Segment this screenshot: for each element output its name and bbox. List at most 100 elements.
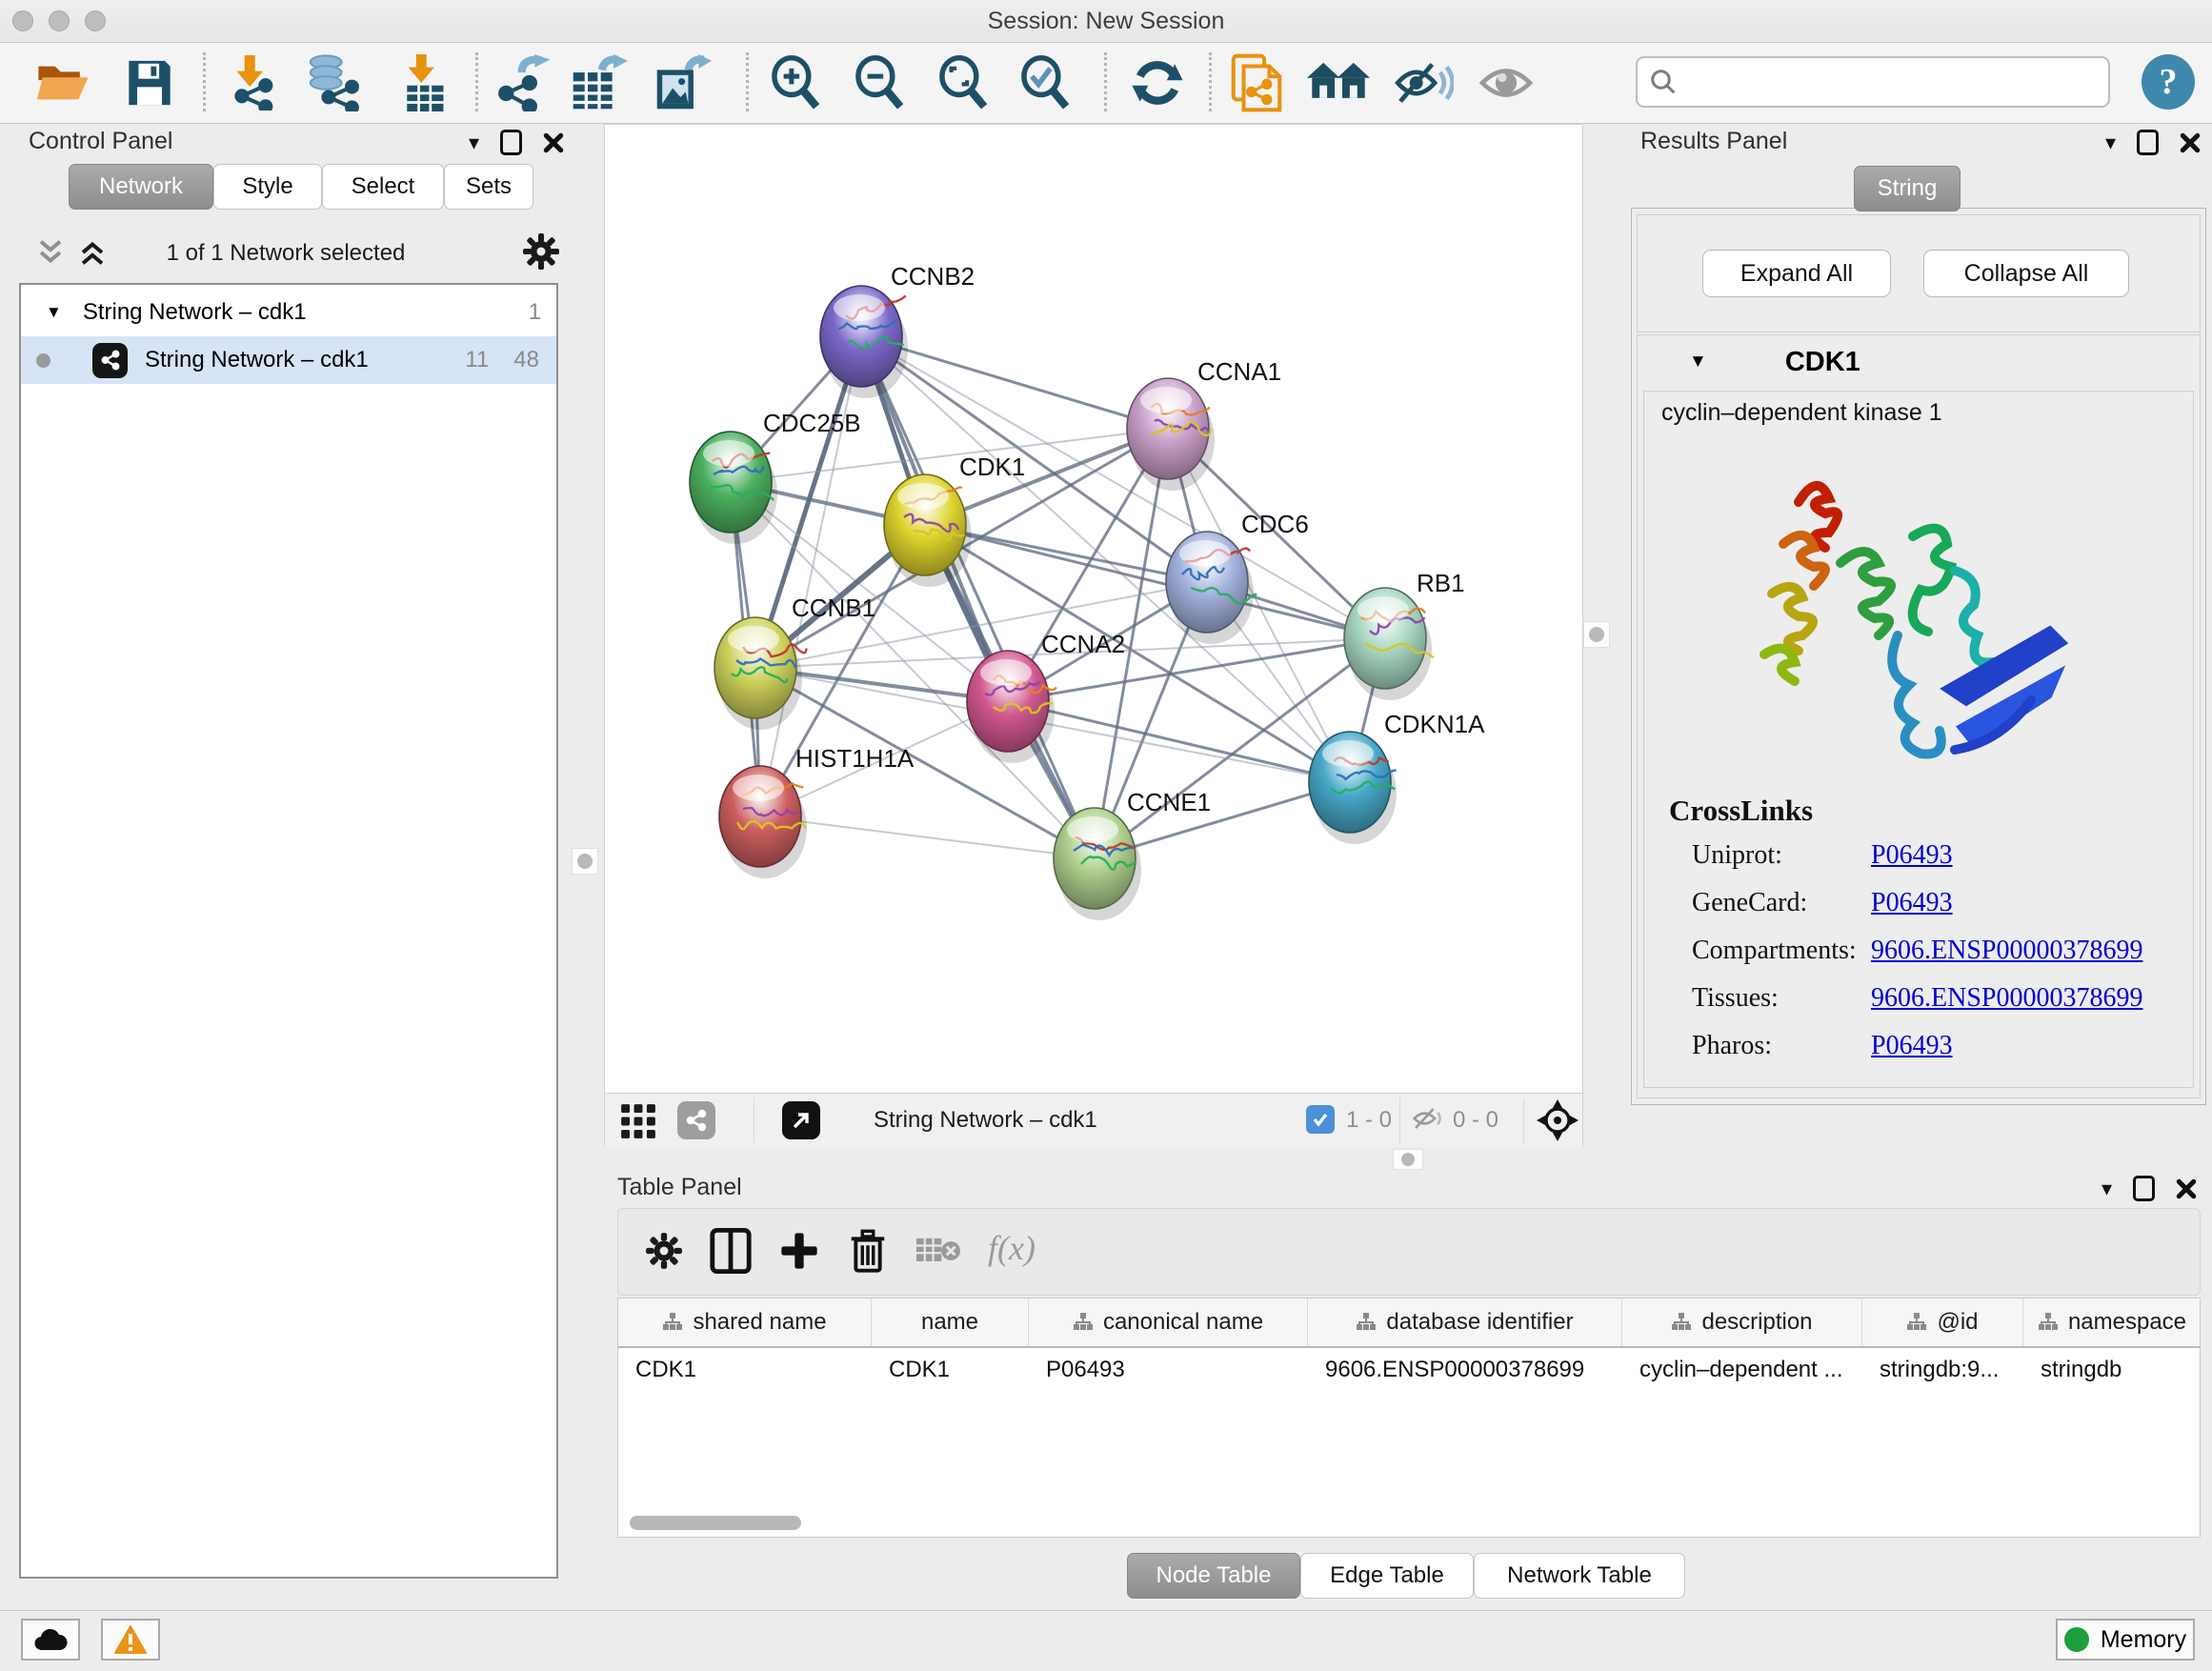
table-cell[interactable]: P06493 (1029, 1346, 1308, 1394)
search-input[interactable] (1685, 62, 2108, 102)
crosslink-link[interactable]: P06493 (1871, 840, 1953, 871)
table-row[interactable]: CDK1CDK1P064939606.ENSP00000378699cyclin… (618, 1346, 2201, 1394)
float-panel-icon[interactable] (2137, 130, 2159, 155)
crosslink-link[interactable]: 9606.ENSP00000378699 (1871, 936, 2142, 966)
bottom-splitter-handle[interactable] (1393, 1149, 1423, 1170)
tab-select[interactable]: Select (322, 164, 444, 210)
table-header-row: shared namenamecanonical namedatabase id… (618, 1299, 2201, 1348)
float-panel-icon[interactable] (500, 130, 522, 155)
column-header-shared-name[interactable]: shared name (618, 1299, 872, 1346)
column-header-name[interactable]: name (872, 1299, 1029, 1346)
zoom-out-button[interactable] (848, 52, 911, 113)
network-row-selected[interactable]: String Network – cdk1 11 48 (21, 336, 556, 384)
tab-style[interactable]: Style (213, 164, 322, 210)
crosslink-link[interactable]: P06493 (1871, 888, 1953, 918)
help-button[interactable]: ? (2142, 54, 2195, 110)
column-header-canonical-name[interactable]: canonical name (1029, 1299, 1308, 1346)
save-session-button[interactable] (118, 52, 181, 113)
table-cell[interactable]: CDK1 (618, 1346, 872, 1394)
import-network-from-file-button[interactable] (221, 52, 284, 113)
left-splitter-handle[interactable] (572, 848, 598, 875)
table-options-gear-icon[interactable] (635, 1222, 693, 1279)
close-panel-icon[interactable] (2180, 132, 2201, 153)
horizontal-scrollbar-thumb[interactable] (630, 1516, 801, 1530)
network-node[interactable] (1309, 732, 1397, 844)
crosslink-link[interactable]: 9606.ENSP00000378699 (1871, 983, 2142, 1014)
cloud-tasks-button[interactable] (21, 1619, 80, 1661)
tab-node-table[interactable]: Node Table (1127, 1553, 1300, 1599)
network-edge[interactable] (925, 525, 1385, 638)
tab-string[interactable]: String (1854, 166, 1961, 211)
tree-expander-icon[interactable]: ▼ (46, 303, 62, 322)
network-options-gear-icon[interactable] (522, 232, 560, 271)
cloud-icon (33, 1627, 68, 1652)
column-header-namespace[interactable]: namespace (2023, 1299, 2201, 1346)
network-share-view-icon[interactable] (677, 1101, 715, 1139)
network-node[interactable] (1344, 588, 1434, 700)
delete-column-trash-icon[interactable] (839, 1222, 896, 1279)
import-network-from-database-button[interactable] (301, 52, 364, 113)
network-node[interactable] (719, 766, 807, 878)
network-edge[interactable] (760, 816, 1095, 858)
network-node[interactable] (884, 474, 972, 587)
column-header--id[interactable]: @id (1862, 1299, 2023, 1346)
status-bar: Memory (0, 1610, 2212, 1671)
tab-network-table[interactable]: Network Table (1474, 1553, 1685, 1599)
table-cell[interactable]: CDK1 (872, 1346, 1029, 1394)
close-panel-icon[interactable] (543, 132, 564, 153)
network-collection-row[interactable]: ▼ String Network – cdk1 1 (21, 289, 556, 336)
collapse-all-button[interactable]: Collapse All (1923, 250, 2129, 297)
collapse-panel-icon[interactable]: ▾ (469, 132, 479, 153)
hide-unhide-button[interactable] (1393, 52, 1456, 113)
zoom-fit-button[interactable] (932, 52, 995, 113)
tab-edge-table[interactable]: Edge Table (1300, 1553, 1474, 1599)
memory-button[interactable]: Memory (2056, 1619, 2195, 1661)
expand-all-button[interactable]: Expand All (1702, 250, 1891, 297)
zoom-selected-button[interactable] (1014, 52, 1076, 113)
section-expander-icon[interactable]: ▼ (1689, 352, 1707, 372)
tab-sets[interactable]: Sets (444, 164, 533, 210)
close-panel-icon[interactable] (2176, 1178, 2197, 1199)
export-image-button[interactable] (652, 52, 714, 113)
network-node[interactable] (967, 651, 1056, 763)
save-icon (126, 58, 173, 108)
string-home-button[interactable] (1307, 52, 1370, 113)
show-hidden-button[interactable] (1475, 52, 1538, 113)
import-table-from-file-button[interactable] (392, 52, 455, 113)
gene-description: cyclin–dependent kinase 1 (1661, 399, 1942, 427)
crosslink-link[interactable]: P06493 (1871, 1031, 1953, 1061)
function-builder-icon[interactable]: f(x) (988, 1228, 1036, 1268)
gene-section-header[interactable]: ▼ CDK1 (1638, 335, 2200, 389)
table-cell[interactable]: 9606.ENSP00000378699 (1308, 1346, 1622, 1394)
network-canvas[interactable]: CCNB2CCNA1CDC25BCDK1CDC6RB1CCNB1CCNA2CDK… (605, 125, 1582, 1091)
network-edge[interactable] (1008, 701, 1350, 782)
warnings-button[interactable] (101, 1619, 160, 1661)
network-node[interactable] (1054, 808, 1141, 920)
table-cell[interactable]: stringdb (2023, 1346, 2201, 1394)
clone-network-button[interactable] (1225, 52, 1288, 113)
table-cell[interactable]: stringdb:9... (1862, 1346, 2023, 1394)
column-header-database-identifier[interactable]: database identifier (1308, 1299, 1622, 1346)
export-table-button[interactable] (568, 52, 631, 113)
selected-items-checkbox[interactable] (1306, 1105, 1335, 1134)
collapse-panel-icon[interactable]: ▾ (2101, 1178, 2112, 1199)
collapse-panel-icon[interactable]: ▾ (2105, 132, 2116, 153)
float-panel-icon[interactable] (2133, 1176, 2155, 1201)
network-node[interactable] (820, 286, 908, 398)
open-in-new-window-icon[interactable] (782, 1101, 820, 1139)
network-node[interactable] (690, 432, 777, 544)
column-header-description[interactable]: description (1622, 1299, 1862, 1346)
show-columns-icon[interactable] (702, 1222, 759, 1279)
network-edge[interactable] (861, 336, 1095, 858)
table-cell[interactable]: cyclin–dependent ... (1622, 1346, 1862, 1394)
grid-view-icon[interactable] (620, 1103, 656, 1139)
apply-layout-button[interactable] (1126, 52, 1189, 113)
right-splitter-handle[interactable] (1583, 621, 1610, 648)
create-column-icon[interactable] (771, 1222, 828, 1279)
birds-eye-view-icon[interactable] (1537, 1099, 1579, 1141)
tab-network[interactable]: Network (69, 164, 213, 210)
export-network-button[interactable] (492, 52, 554, 113)
open-file-button[interactable] (30, 52, 93, 113)
delete-table-icon[interactable] (910, 1222, 967, 1279)
zoom-in-button[interactable] (764, 52, 827, 113)
